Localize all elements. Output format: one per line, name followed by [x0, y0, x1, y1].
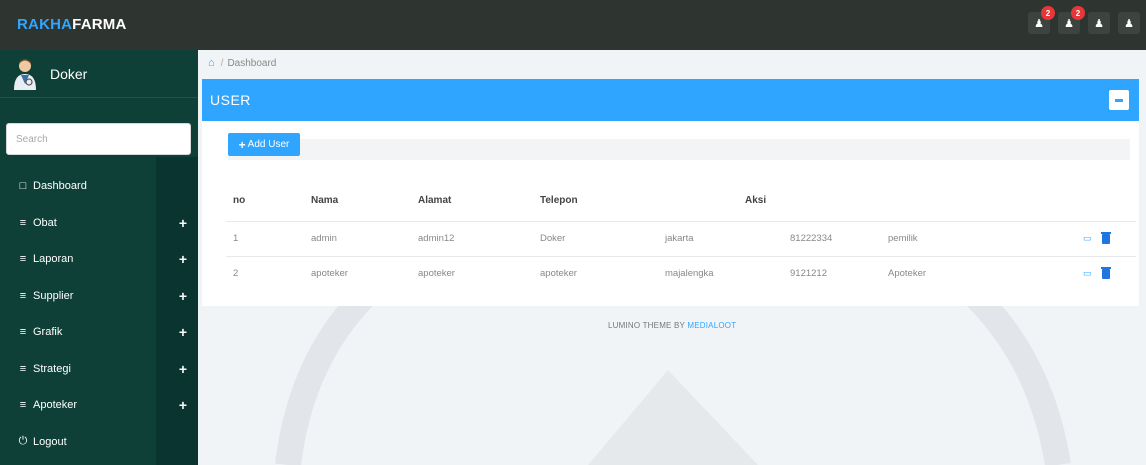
column-header[interactable]: no: [226, 181, 304, 221]
add-user-button[interactable]: + Add User: [228, 133, 300, 156]
profile-name: Doker: [50, 66, 88, 82]
top-icon-group: ♟ 2 ♟ 2 ♟ ♟: [1028, 6, 1140, 34]
toolbar-strip: [228, 139, 1130, 160]
edit-icon[interactable]: ▭: [1083, 233, 1092, 244]
column-header: [783, 181, 881, 221]
column-header[interactable]: Aksi: [658, 181, 783, 221]
sidebar-item-label: Logout: [33, 435, 67, 448]
table-cell: Apoteker: [881, 255, 1056, 291]
table-cell: apoteker: [533, 255, 658, 291]
expand-plus-icon[interactable]: +: [179, 289, 187, 303]
expand-plus-icon[interactable]: +: [179, 398, 187, 412]
action-cell: ▭: [1056, 255, 1136, 291]
action-cell: ▭: [1056, 220, 1136, 256]
home-icon[interactable]: ⌂: [208, 57, 215, 69]
menu-icon: ≡: [19, 216, 27, 229]
top-navbar: RAKHAFARMA ♟ 2 ♟ 2 ♟ ♟: [0, 0, 1146, 50]
sidebar-item-label: Dashboard: [33, 180, 87, 193]
table-cell: pemilik: [881, 220, 1056, 256]
menu-icon: ≡: [19, 289, 27, 302]
trash-icon[interactable]: [1100, 231, 1111, 244]
column-header[interactable]: Nama: [304, 181, 411, 221]
table-cell: 9121212: [783, 255, 881, 291]
user-table: no Nama Alamat Telepon Aksi 1 admin admi…: [226, 181, 1136, 291]
search-input[interactable]: [6, 123, 191, 155]
table-cell: jakarta: [658, 220, 783, 256]
sidebar-item-obat[interactable]: ≡ Obat +: [0, 205, 198, 242]
table-cell: majalengka: [658, 255, 783, 291]
panel-body: + Add User no Nama Alamat Telepon Aksi 1 …: [202, 121, 1139, 306]
table-cell: 81222334: [783, 220, 881, 256]
user-button-3[interactable]: ♟: [1088, 12, 1110, 34]
brand-logo[interactable]: RAKHAFARMA: [17, 16, 127, 33]
table-row: 2 apoteker apoteker apoteker majalengka …: [226, 255, 1136, 291]
user-button-4[interactable]: ♟: [1118, 12, 1140, 34]
column-header[interactable]: Alamat: [411, 181, 533, 221]
panel-header: USER: [202, 79, 1139, 121]
sidebar: Doker □ Dashboard ≡ Obat + ≡ Laporan + ≡…: [0, 50, 198, 465]
plus-icon: +: [238, 137, 246, 152]
table-cell: apoteker: [304, 255, 411, 291]
menu-icon: ≡: [19, 253, 27, 266]
column-header: [1056, 181, 1136, 221]
breadcrumb-separator: /: [220, 57, 224, 69]
sidebar-item-label: Laporan: [33, 253, 74, 266]
table-cell: 1: [226, 220, 304, 256]
sidebar-item-label: Grafik: [33, 326, 63, 339]
sidebar-item-label: Obat: [33, 216, 57, 229]
sidebar-item-label: Strategi: [33, 362, 71, 375]
expand-plus-icon[interactable]: +: [179, 216, 187, 230]
sidebar-item-grafik[interactable]: ≡ Grafik +: [0, 314, 198, 351]
menu-icon: ≡: [19, 326, 27, 339]
dashboard-icon: □: [19, 180, 27, 193]
panel-title: USER: [210, 92, 251, 108]
notification-button-1[interactable]: ♟ 2: [1028, 6, 1055, 34]
expand-plus-icon[interactable]: +: [179, 252, 187, 266]
sidebar-nav: □ Dashboard ≡ Obat + ≡ Laporan + ≡ Suppl…: [0, 168, 198, 460]
user-icon: ♟: [1124, 17, 1134, 30]
column-header: [881, 181, 1056, 221]
table-cell: 2: [226, 255, 304, 291]
user-icon: ♟: [1034, 17, 1044, 30]
menu-icon: ≡: [19, 399, 27, 412]
sidebar-item-apoteker[interactable]: ≡ Apoteker +: [0, 387, 198, 424]
brand-part-1: RAKHA: [17, 16, 73, 33]
sidebar-item-label: Supplier: [33, 289, 74, 302]
sidebar-item-laporan[interactable]: ≡ Laporan +: [0, 241, 198, 278]
breadcrumb-current: Dashboard: [227, 57, 277, 69]
trash-icon[interactable]: [1100, 266, 1111, 279]
collapse-button[interactable]: [1109, 90, 1129, 110]
power-icon: ⏻: [18, 435, 28, 448]
breadcrumb: ⌂ / Dashboard: [208, 57, 276, 69]
expand-plus-icon[interactable]: +: [179, 362, 187, 376]
sidebar-item-supplier[interactable]: ≡ Supplier +: [0, 278, 198, 315]
minus-icon: [1115, 98, 1123, 102]
table-header-row: no Nama Alamat Telepon Aksi: [226, 181, 1136, 221]
table-cell: admin12: [411, 220, 533, 256]
avatar-icon: [14, 59, 36, 90]
user-icon: ♟: [1064, 17, 1074, 30]
table-cell: apoteker: [411, 255, 533, 291]
notification-badge-1: 2: [1041, 6, 1055, 20]
footer-link[interactable]: MEDIALOOT: [687, 321, 736, 330]
table-cell: admin: [304, 220, 411, 256]
column-header[interactable]: Telepon: [533, 181, 658, 221]
sidebar-item-logout[interactable]: ⏻ Logout: [0, 424, 198, 461]
expand-plus-icon[interactable]: +: [179, 325, 187, 339]
notification-badge-2: 2: [1071, 6, 1085, 20]
edit-icon[interactable]: ▭: [1083, 268, 1092, 279]
brand-part-2: FARMA: [72, 16, 127, 33]
user-profile: Doker: [0, 50, 198, 98]
sidebar-item-strategi[interactable]: ≡ Strategi +: [0, 351, 198, 388]
table-cell: Doker: [533, 220, 658, 256]
table-row: 1 admin admin12 Doker jakarta 81222334 p…: [226, 220, 1136, 256]
menu-icon: ≡: [19, 362, 27, 375]
add-user-label: Add User: [247, 139, 290, 150]
user-icon: ♟: [1094, 17, 1104, 30]
sidebar-item-label: Apoteker: [33, 399, 78, 412]
footer: LUMINO THEME BY MEDIALOOT: [608, 321, 736, 330]
notification-button-2[interactable]: ♟ 2: [1058, 6, 1085, 34]
sidebar-item-dashboard[interactable]: □ Dashboard: [0, 168, 198, 205]
footer-text: LUMINO THEME BY: [608, 321, 688, 330]
